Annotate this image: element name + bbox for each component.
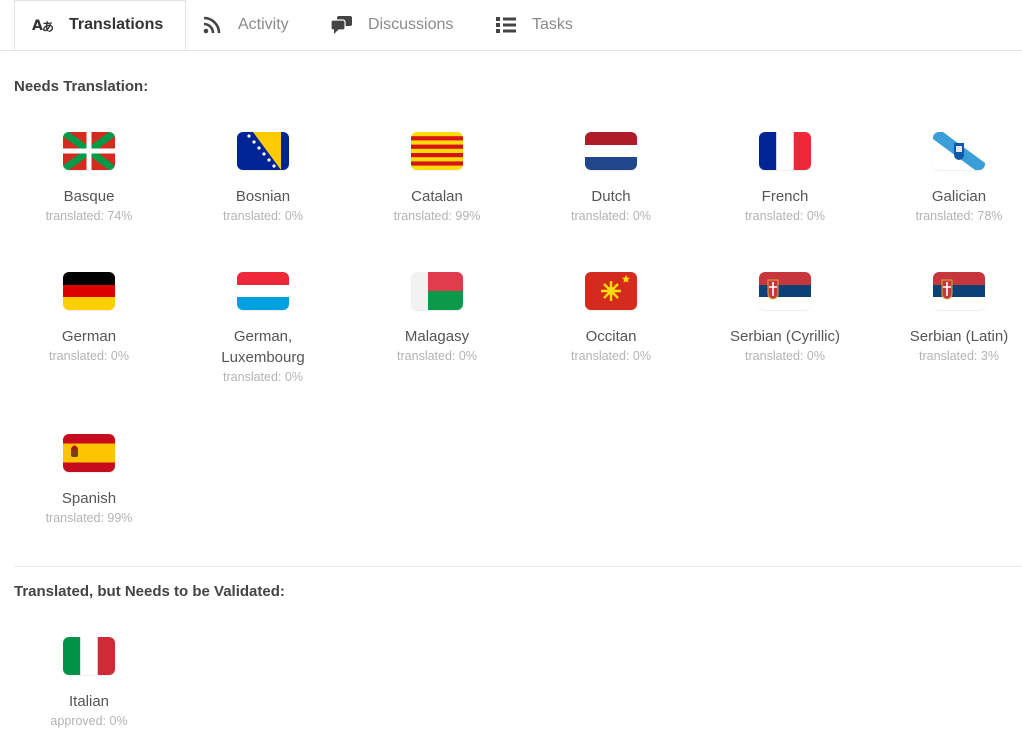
language-item-serbian-latin[interactable]: Serbian (Latin) translated: 3% <box>873 272 1022 366</box>
language-status: translated: 0% <box>223 370 303 384</box>
language-item-dutch[interactable]: Dutch translated: 0% <box>525 132 697 226</box>
language-item-italian[interactable]: Italian approved: 0% <box>3 637 175 731</box>
tab-label: Discussions <box>368 16 454 33</box>
language-item-basque[interactable]: Basque translated: 74% <box>3 132 175 226</box>
language-status: translated: 78% <box>915 209 1003 223</box>
language-name: Malagasy <box>404 328 470 345</box>
tab-label: Translations <box>69 16 164 33</box>
language-status: translated: 3% <box>919 349 999 363</box>
tab-label: Activity <box>238 16 289 33</box>
rss-icon <box>200 15 224 35</box>
tab-tasks[interactable]: Tasks <box>494 0 573 50</box>
language-item-serbian-cyrillic[interactable]: Serbian (Cyrillic) translated: 0% <box>699 272 871 366</box>
france-flag-icon <box>759 132 811 170</box>
language-name: Bosnian <box>235 188 291 205</box>
language-name: Spanish <box>61 490 117 507</box>
language-name: Catalan <box>411 188 463 205</box>
occitan-flag-icon <box>585 272 637 310</box>
language-name: Galician <box>931 188 987 205</box>
serbia-flag-icon <box>933 272 985 310</box>
language-status: translated: 99% <box>393 209 481 223</box>
spain-flag-icon <box>63 434 115 472</box>
language-status: translated: 0% <box>223 209 303 223</box>
tab-discussions[interactable]: Discussions <box>330 0 453 50</box>
tab-bar: Aあ Translations Activity Discussions Tas… <box>0 0 1022 51</box>
language-name: Italian <box>68 693 110 710</box>
language-name: Serbian (Latin) <box>909 328 1009 345</box>
serbia-flag-icon <box>759 272 811 310</box>
tab-translations[interactable]: Aあ Translations <box>14 0 186 50</box>
language-name: French <box>761 188 809 205</box>
language-name: German, Luxembourg <box>221 328 305 366</box>
language-status: approved: 0% <box>50 714 128 728</box>
language-item-german[interactable]: German translated: 0% <box>3 272 175 366</box>
catalan-flag-icon <box>411 132 463 170</box>
comments-icon <box>330 15 354 35</box>
language-item-bosnian[interactable]: Bosnian translated: 0% <box>177 132 349 226</box>
italy-flag-icon <box>63 637 115 675</box>
section-divider <box>14 566 1022 567</box>
germany-flag-icon <box>63 272 115 310</box>
language-name: German <box>61 328 117 345</box>
language-item-german-luxembourg[interactable]: German, Luxembourg translated: 0% <box>177 272 349 387</box>
netherlands-flag-icon <box>585 132 637 170</box>
language-status: translated: 0% <box>571 209 651 223</box>
language-name: Basque <box>63 188 115 205</box>
tab-label: Tasks <box>532 16 573 33</box>
language-status: translated: 0% <box>49 349 129 363</box>
language-status: translated: 0% <box>745 349 825 363</box>
language-status: translated: 0% <box>745 209 825 223</box>
basque-flag-icon <box>63 132 115 170</box>
tab-activity[interactable]: Activity <box>200 0 289 50</box>
language-item-catalan[interactable]: Catalan translated: 99% <box>351 132 523 226</box>
language-item-spanish[interactable]: Spanish translated: 99% <box>3 434 175 528</box>
section-title-needs-validation: Translated, but Needs to be Validated: <box>14 583 285 600</box>
language-status: translated: 74% <box>45 209 133 223</box>
language-name: Dutch <box>591 188 631 205</box>
bosnia-flag-icon <box>237 132 289 170</box>
list-icon <box>494 15 518 35</box>
language-item-galician[interactable]: Galician translated: 78% <box>873 132 1022 226</box>
galicia-flag-icon <box>933 132 985 170</box>
language-status: translated: 99% <box>45 511 133 525</box>
language-name: Serbian (Cyrillic) <box>729 328 841 345</box>
language-item-malagasy[interactable]: Malagasy translated: 0% <box>351 272 523 366</box>
language-item-french[interactable]: French translated: 0% <box>699 132 871 226</box>
translate-icon: Aあ <box>31 15 55 35</box>
language-status: translated: 0% <box>571 349 651 363</box>
language-item-occitan[interactable]: Occitan translated: 0% <box>525 272 697 366</box>
section-title-needs-translation: Needs Translation: <box>14 78 149 95</box>
svg-text:あ: あ <box>42 20 54 34</box>
language-status: translated: 0% <box>397 349 477 363</box>
madagascar-flag-icon <box>411 272 463 310</box>
luxembourg-flag-icon <box>237 272 289 310</box>
language-name: Occitan <box>585 328 637 345</box>
